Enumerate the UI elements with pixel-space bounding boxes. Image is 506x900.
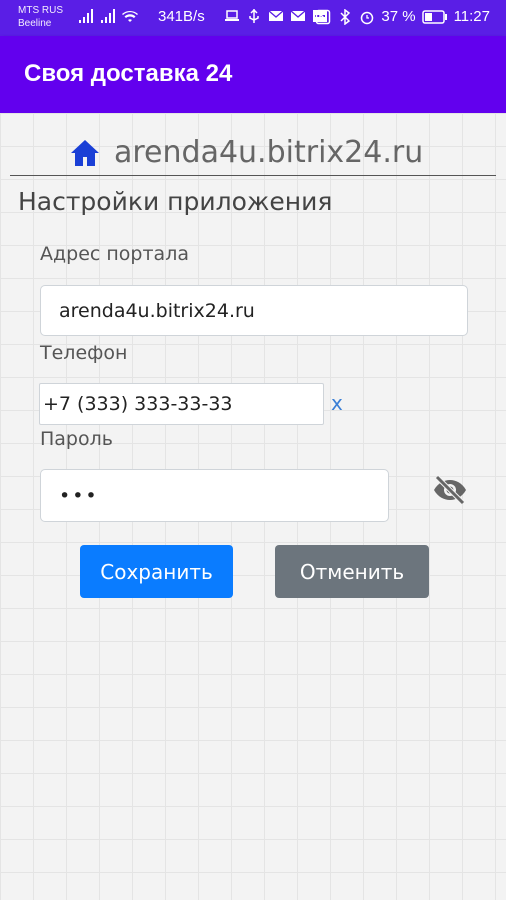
status-right: 37 % 11:27	[315, 8, 490, 25]
divider	[10, 175, 496, 176]
signal-icon	[101, 9, 115, 23]
app-bar: Своя доставка 24	[0, 36, 506, 113]
home-icon[interactable]	[70, 139, 100, 167]
network-speed: 341B/s	[158, 8, 205, 25]
laptop-icon	[225, 10, 239, 21]
portal-address-value: arenda4u.bitrix24.ru	[59, 299, 255, 322]
password-label: Пароль	[40, 428, 113, 450]
app-title: Своя доставка 24	[24, 60, 233, 87]
password-value: •••	[59, 484, 99, 507]
mail-icon	[268, 10, 284, 21]
status-bar: MTS RUS Beeline 341B/s 37 % 11:27	[0, 0, 506, 36]
settings-content: arenda4u.bitrix24.ru Настройки приложени…	[0, 113, 506, 900]
carrier-info: MTS RUS Beeline	[18, 4, 63, 30]
carrier-1: MTS RUS	[18, 5, 63, 16]
wifi-icon	[122, 10, 138, 22]
portal-address-input[interactable]: arenda4u.bitrix24.ru	[40, 285, 468, 336]
phone-clear-button[interactable]: x	[331, 391, 343, 415]
usb-icon	[249, 8, 259, 23]
clock: 11:27	[453, 8, 490, 25]
cancel-button[interactable]: Отменить	[275, 545, 429, 598]
signal-icon	[79, 9, 93, 23]
password-input[interactable]: •••	[40, 469, 389, 522]
portal-header: arenda4u.bitrix24.ru	[70, 135, 423, 170]
battery-icon	[421, 9, 447, 24]
portal-domain: arenda4u.bitrix24.ru	[114, 135, 424, 170]
phone-label: Телефон	[40, 342, 128, 364]
phone-input[interactable]: +7 (333) 333-33-33	[39, 383, 324, 425]
signal-icons	[78, 8, 138, 24]
alarm-icon	[361, 11, 374, 24]
eye-off-icon[interactable]	[432, 472, 468, 508]
phone-value: +7 (333) 333-33-33	[43, 393, 233, 415]
battery-percent: 37 %	[381, 8, 416, 25]
notification-icons	[224, 8, 328, 24]
save-button[interactable]: Сохранить	[80, 545, 233, 598]
page-title: Настройки приложения	[18, 187, 333, 216]
portal-address-label: Адрес портала	[40, 243, 189, 265]
carrier-2: Beeline	[18, 18, 52, 29]
bluetooth-icon	[340, 8, 351, 25]
mail-icon	[290, 10, 306, 21]
nfc-icon	[316, 9, 331, 24]
